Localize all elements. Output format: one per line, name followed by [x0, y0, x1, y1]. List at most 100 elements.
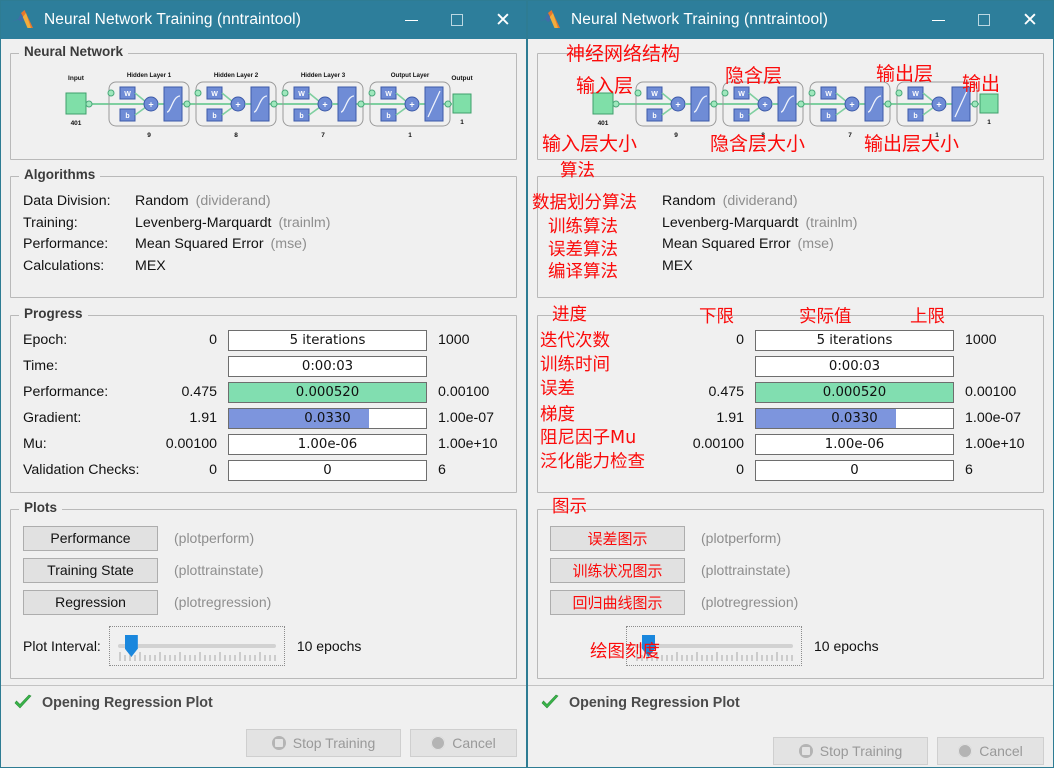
validation-max: 6 — [438, 462, 446, 478]
minimize-button[interactable] — [388, 1, 434, 39]
output-size: 1 — [460, 119, 464, 126]
validation-label: Validation Checks: — [23, 462, 140, 478]
perf-max: 0.00100 — [965, 384, 1017, 400]
training-fn: (trainlm) — [278, 214, 331, 231]
data-division-label: Data Division: — [23, 193, 111, 209]
svg-text:+: + — [849, 100, 854, 110]
gradient-bar: 0.0330 — [228, 407, 427, 429]
status-message: Opening Regression Plot — [569, 695, 740, 711]
validation-bar: 0 — [755, 459, 954, 481]
neural-network-group: Neural Network Input 401 Hidden Layer 1 … — [10, 44, 517, 160]
perf-max: 0.00100 — [438, 384, 490, 400]
network-diagram-annotated: 401 W b + 9 W b + 8 W b + 7 W b + 1 1 — [550, 67, 1031, 149]
svg-text:Output Layer: Output Layer — [390, 72, 429, 79]
input-label: Input — [68, 75, 85, 82]
progress-row-validation: Validation Checks: 0 0 6 — [23, 458, 504, 482]
svg-text:8: 8 — [234, 132, 238, 139]
close-icon: ✕ — [495, 9, 511, 31]
plots-group-annotated: 误差图示 (plotperform) 训练状况图示 (plottrainstat… — [537, 509, 1044, 679]
validation-max: 6 — [965, 462, 973, 478]
training-state-plot-button[interactable]: Training State — [23, 557, 158, 583]
progress-row-gradient: Gradient: 1.91 0.0330 1.00e-07 — [23, 406, 504, 430]
perf-min: 0.475 — [181, 384, 217, 400]
maximize-button[interactable] — [961, 1, 1007, 39]
plot-row-regression: 回归曲线图示 (plotregression) — [550, 588, 1031, 616]
plot-row-regression: Regression (plotregression) — [23, 588, 504, 616]
layer-block-4: Output Layer W b + 1 — [368, 72, 451, 139]
stop-training-button[interactable]: Stop Training — [773, 737, 928, 765]
nntraintool-window-english: Neural Network Training (nntraintool) ✕ … — [0, 0, 527, 768]
calculations-value: MEX — [135, 257, 166, 274]
data-division-fn: (dividerand) — [195, 193, 271, 209]
matlab-logo-icon — [11, 10, 33, 28]
screenshot-root: Neural Network Training (nntraintool) ✕ … — [0, 0, 1054, 768]
maximize-button[interactable] — [434, 1, 480, 39]
svg-text:+: + — [762, 100, 767, 110]
minimize-button[interactable] — [915, 1, 961, 39]
plot-row-trainstate: Training State (plottrainstate) — [23, 556, 504, 584]
minimize-icon — [404, 19, 418, 21]
calculations-value: MEX — [662, 257, 693, 274]
svg-text:+: + — [322, 100, 327, 110]
perf-value: 0.000520 — [822, 384, 887, 400]
time-label: Time: — [23, 358, 58, 374]
client-area-annotated: 401 W b + 9 W b + 8 W b + 7 W b + 1 1 Ra… — [528, 53, 1053, 679]
perf-label: Performance: — [23, 384, 109, 400]
regression-plot-button[interactable]: 回归曲线图示 — [550, 589, 685, 615]
svg-text:b: b — [913, 113, 917, 120]
regression-plot-button[interactable]: Regression — [23, 589, 158, 615]
validation-value: 0 — [323, 462, 332, 478]
gradient-max: 1.00e-07 — [965, 410, 1022, 426]
layer-block-2: Hidden Layer 2 W b + 8 — [194, 72, 277, 139]
training-state-plot-button[interactable]: 训练状况图示 — [550, 557, 685, 583]
title-bar-annotated[interactable]: Neural Network Training (nntraintool) ✕ — [528, 1, 1053, 39]
performance-plot-fn: (plotperform) — [174, 530, 255, 546]
validation-min: 0 — [209, 462, 217, 478]
network-diagram-svg: Input 401 Hidden Layer 1 W b + 9 Hidden … — [65, 72, 473, 139]
cancel-button[interactable]: Cancel — [937, 737, 1044, 765]
mu-max: 1.00e+10 — [438, 436, 498, 452]
plot-row-performance: Performance (plotperform) — [23, 524, 504, 552]
cancel-button[interactable]: Cancel — [410, 729, 517, 757]
progress-row-epoch: Epoch: 0 5 iterations 1000 — [23, 328, 504, 352]
cancel-icon — [431, 736, 446, 750]
perf-min: 0.475 — [708, 384, 744, 400]
training-fn: (trainlm) — [805, 214, 858, 231]
algorithm-row: MEX — [550, 256, 1031, 278]
validation-value: 0 — [850, 462, 859, 478]
progress-group: Progress Epoch: 0 5 iterations 1000 Time… — [10, 306, 517, 493]
epoch-value: 5 iterations — [289, 332, 366, 348]
performance-fn: (mse) — [270, 236, 307, 252]
progress-row-epoch: 0 5 iterations 1000 — [550, 328, 1031, 352]
stop-training-button[interactable]: Stop Training — [246, 729, 401, 757]
close-button[interactable]: ✕ — [480, 1, 526, 39]
algorithm-row: Training: Levenberg-Marquardt (trainlm) — [23, 213, 504, 235]
close-button[interactable]: ✕ — [1007, 1, 1053, 39]
gradient-value: 0.0330 — [304, 410, 351, 426]
algorithm-row: Calculations: MEX — [23, 256, 504, 278]
algorithms-group-title: Algorithms — [19, 167, 101, 182]
maximize-icon — [451, 14, 463, 26]
mu-bar: 1.00e-06 — [755, 433, 954, 455]
svg-text:W: W — [651, 91, 658, 98]
training-value: Levenberg-Marquardt — [135, 214, 272, 231]
window-controls: ✕ — [388, 1, 526, 39]
svg-text:b: b — [739, 113, 743, 120]
output-label: Output — [451, 75, 473, 82]
progress-row-time: Time: 0:00:03 — [23, 354, 504, 378]
performance-plot-button[interactable]: Performance — [23, 525, 158, 551]
plot-interval-label: Plot Interval: — [23, 638, 101, 654]
plot-interval-slider[interactable] — [626, 626, 802, 666]
slider-ticks-icon — [119, 652, 276, 661]
time-bar: 0:00:03 — [228, 355, 427, 377]
svg-text:W: W — [738, 91, 745, 98]
mu-value: 1.00e-06 — [824, 436, 885, 452]
bottom-buttons: Stop Training Cancel — [246, 729, 517, 757]
plot-interval-slider[interactable] — [108, 626, 285, 666]
algorithms-group-annotated: Random (dividerand) Levenberg-Marquardt … — [537, 176, 1044, 298]
client-area: Neural Network Input 401 Hidden Layer 1 … — [1, 44, 526, 679]
title-bar[interactable]: Neural Network Training (nntraintool) ✕ — [1, 1, 526, 39]
stop-training-label: Stop Training — [819, 743, 903, 759]
performance-plot-button[interactable]: 误差图示 — [550, 525, 685, 551]
validation-min: 0 — [736, 462, 744, 478]
